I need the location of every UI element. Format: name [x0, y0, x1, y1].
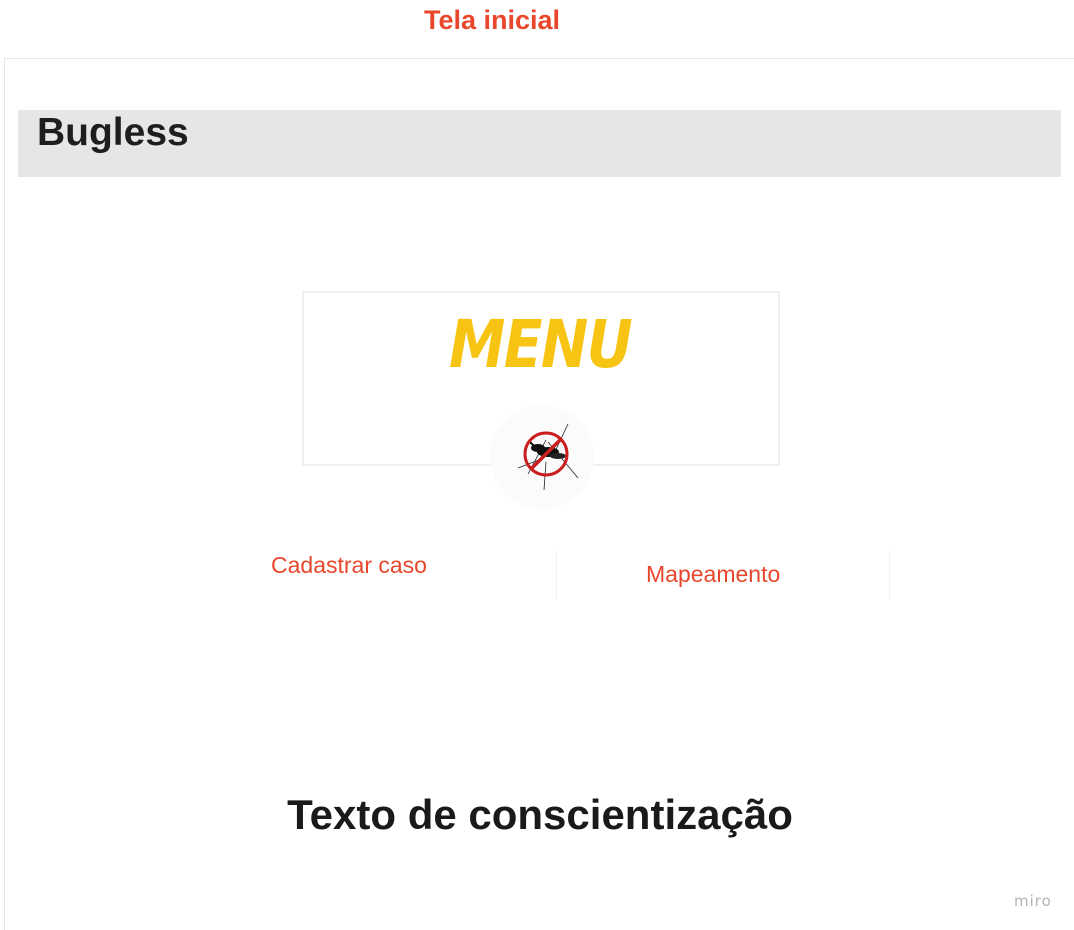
- frame-title: Tela inicial: [423, 5, 561, 35]
- nav-cadastrar-caso[interactable]: Cadastrar caso: [271, 552, 427, 579]
- miro-watermark: miro: [1014, 892, 1052, 910]
- nav-mapeamento[interactable]: Mapeamento: [646, 561, 780, 588]
- nav-divider: [556, 550, 557, 600]
- page: Tela inicial Bugless MENU Cadastrar caso…: [0, 0, 1074, 930]
- awareness-text: Texto de conscientização: [287, 791, 793, 838]
- nav-divider: [889, 550, 890, 600]
- app-name: Bugless: [37, 111, 189, 154]
- mosquito-prohibited-icon: [517, 423, 579, 491]
- menu-title: MENU: [449, 306, 633, 383]
